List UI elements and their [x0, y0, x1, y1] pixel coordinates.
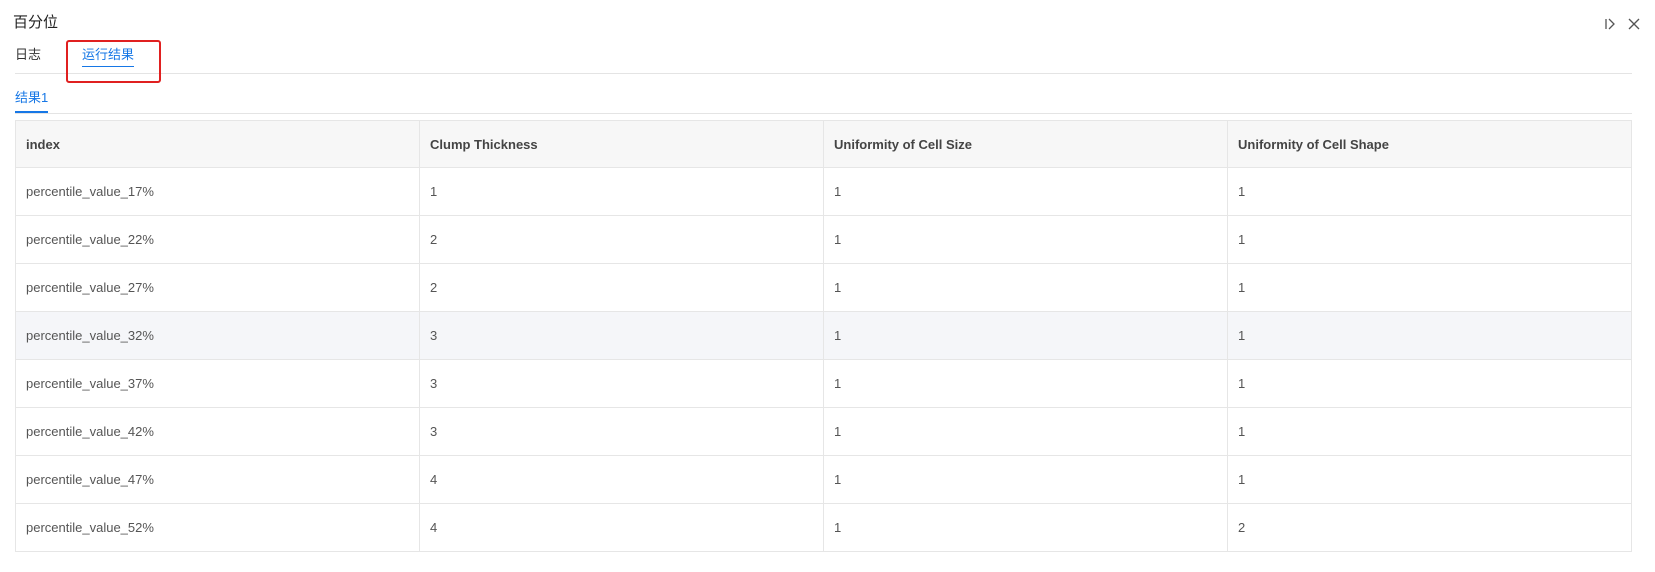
result-table-container: index Clump Thickness Uniformity of Cell… — [15, 120, 1632, 552]
table-cell: 1 — [1227, 215, 1632, 264]
table-row[interactable]: percentile_value_47% 4 1 1 — [15, 455, 1632, 504]
table-cell: 1 — [1227, 167, 1632, 216]
result-tab-bar: 结果1 — [15, 86, 1632, 114]
table-cell: percentile_value_22% — [15, 215, 420, 264]
table-cell: 1 — [1227, 311, 1632, 360]
table-header-row: index Clump Thickness Uniformity of Cell… — [15, 120, 1632, 168]
table-row[interactable]: percentile_value_42% 3 1 1 — [15, 407, 1632, 456]
tab-result-1[interactable]: 结果1 — [15, 86, 49, 113]
table-cell: 1 — [823, 359, 1228, 408]
table-cell: 1 — [823, 503, 1228, 552]
table-row[interactable]: percentile_value_22% 2 1 1 — [15, 215, 1632, 264]
table-cell: 1 — [823, 263, 1228, 312]
table-row[interactable]: percentile_value_27% 2 1 1 — [15, 263, 1632, 312]
table-cell: 1 — [823, 167, 1228, 216]
panel-title: 百分位 — [13, 14, 59, 31]
tab-bar: 日志 运行结果 — [15, 37, 1632, 74]
table-cell: percentile_value_32% — [15, 311, 420, 360]
column-header-clump-thickness: Clump Thickness — [419, 120, 824, 168]
table-cell: 1 — [1227, 263, 1632, 312]
table-cell: 1 — [823, 311, 1228, 360]
table-row[interactable]: percentile_value_52% 4 1 2 — [15, 503, 1632, 552]
table-cell: 1 — [823, 407, 1228, 456]
tab-run-result[interactable]: 运行结果 — [82, 37, 135, 73]
table-cell: 2 — [419, 215, 824, 264]
table-cell: percentile_value_27% — [15, 263, 420, 312]
table-cell: percentile_value_47% — [15, 455, 420, 504]
table-cell: 4 — [419, 503, 824, 552]
table-cell: percentile_value_52% — [15, 503, 420, 552]
table-row[interactable]: percentile_value_32% 3 1 1 — [15, 311, 1632, 360]
collapse-panel-icon[interactable] — [1601, 15, 1619, 33]
column-header-cell-shape: Uniformity of Cell Shape — [1227, 120, 1632, 168]
tab-log[interactable]: 日志 — [15, 37, 41, 73]
table-cell: percentile_value_37% — [15, 359, 420, 408]
table-cell: 2 — [1227, 503, 1632, 552]
result-table: index Clump Thickness Uniformity of Cell… — [15, 120, 1632, 552]
column-header-cell-size: Uniformity of Cell Size — [823, 120, 1228, 168]
panel-actions — [1601, 15, 1643, 33]
table-cell: 1 — [1227, 407, 1632, 456]
table-cell: 1 — [419, 167, 824, 216]
table-cell: percentile_value_42% — [15, 407, 420, 456]
table-cell: percentile_value_17% — [15, 167, 420, 216]
table-cell: 1 — [1227, 359, 1632, 408]
table-cell: 1 — [823, 215, 1228, 264]
table-cell: 1 — [1227, 455, 1632, 504]
table-row[interactable]: percentile_value_17% 1 1 1 — [15, 167, 1632, 216]
table-cell: 3 — [419, 407, 824, 456]
column-header-index: index — [15, 120, 420, 168]
close-icon[interactable] — [1625, 15, 1643, 33]
table-cell: 3 — [419, 311, 824, 360]
table-cell: 1 — [823, 455, 1228, 504]
table-cell: 4 — [419, 455, 824, 504]
table-cell: 2 — [419, 263, 824, 312]
table-cell: 3 — [419, 359, 824, 408]
table-row[interactable]: percentile_value_37% 3 1 1 — [15, 359, 1632, 408]
